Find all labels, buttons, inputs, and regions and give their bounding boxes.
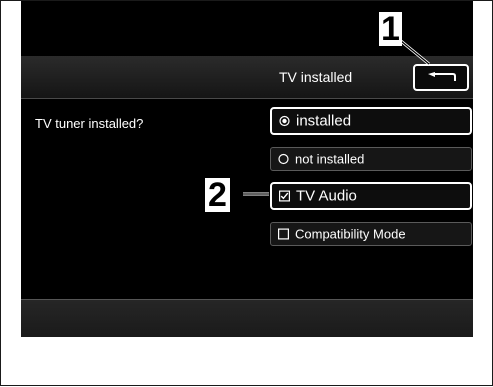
radio-unselected-icon — [278, 153, 289, 165]
back-button[interactable] — [413, 64, 469, 91]
option-compatibility-mode-label: Compatibility Mode — [295, 226, 406, 242]
infotainment-screen: TV installed TV tuner installed? install… — [21, 1, 473, 337]
tv-tuner-question: TV tuner installed? — [35, 116, 144, 131]
option-installed-label: installed — [296, 112, 352, 130]
callout-number-2: 2 — [205, 178, 230, 212]
back-arrow-icon — [428, 72, 456, 81]
option-tv-audio[interactable]: TV Audio — [270, 182, 472, 210]
checkbox-checked-icon — [279, 190, 290, 202]
header-bar: TV installed — [21, 56, 473, 99]
top-band — [21, 1, 473, 56]
figure-frame: TV installed TV tuner installed? install… — [0, 0, 493, 386]
radio-selected-icon — [279, 115, 290, 127]
bottom-bar — [21, 299, 473, 337]
option-tv-audio-label: TV Audio — [296, 187, 357, 205]
option-compatibility-mode[interactable]: Compatibility Mode — [270, 222, 472, 246]
option-not-installed[interactable]: not installed — [270, 147, 472, 171]
checkbox-unchecked-icon — [278, 228, 289, 240]
option-not-installed-label: not installed — [295, 151, 365, 167]
settings-content: TV tuner installed? installed not instal… — [21, 99, 473, 299]
option-installed[interactable]: installed — [270, 107, 472, 135]
callout-number-1: 1 — [379, 10, 402, 48]
page-title: TV installed — [279, 69, 353, 85]
